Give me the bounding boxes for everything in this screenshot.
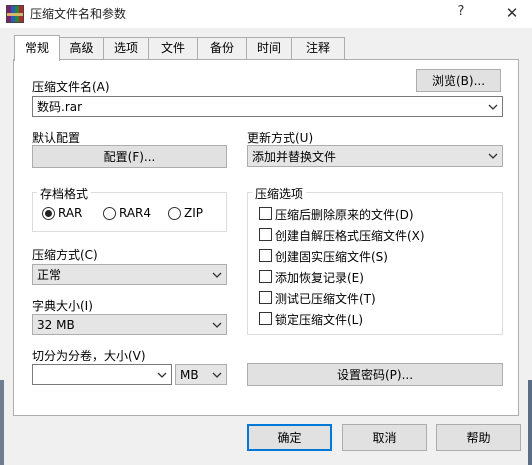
- archive-name-label: 压缩文件名(A): [32, 80, 110, 94]
- compression-method-select[interactable]: 正常: [32, 264, 227, 285]
- update-mode-value: 添加并替换文件: [252, 149, 337, 164]
- split-unit-select[interactable]: MB: [175, 364, 227, 385]
- chevron-down-icon: [212, 322, 222, 328]
- create-sfx-label[interactable]: 创建自解压格式压缩文件(X): [275, 227, 425, 244]
- close-icon[interactable]: ✕: [503, 4, 521, 22]
- rar-label[interactable]: RAR: [58, 206, 82, 220]
- window-title: 压缩文件名和参数: [30, 7, 127, 21]
- chevron-down-icon[interactable]: [488, 103, 498, 111]
- tab-files[interactable]: 文件: [148, 37, 198, 59]
- chevron-down-icon: [212, 272, 222, 278]
- dictionary-size-label: 字典大小(I): [32, 299, 93, 313]
- set-password-button[interactable]: 设置密码(P)...: [247, 363, 503, 386]
- rar4-radio[interactable]: [103, 207, 116, 220]
- tab-backup[interactable]: 备份: [197, 37, 247, 59]
- archive-format-title: 存档格式: [37, 185, 92, 202]
- zip-label[interactable]: ZIP: [184, 206, 203, 220]
- browse-button[interactable]: 浏览(B)...: [416, 69, 501, 92]
- delete-after-archiving-label[interactable]: 压缩后删除原来的文件(D): [275, 206, 414, 223]
- tab-advanced[interactable]: 高级: [59, 37, 104, 59]
- rar4-label[interactable]: RAR4: [119, 206, 151, 220]
- update-mode-select[interactable]: 添加并替换文件: [247, 145, 503, 167]
- split-volumes-label: 切分为分卷，大小(V): [32, 349, 146, 363]
- archiving-options-title: 压缩选项: [252, 185, 307, 202]
- delete-after-archiving-checkbox[interactable]: [259, 207, 272, 220]
- compression-method-value: 正常: [37, 268, 62, 282]
- test-archived-files-checkbox[interactable]: [259, 291, 272, 304]
- create-solid-label[interactable]: 创建固实压缩文件(S): [275, 248, 388, 265]
- chevron-down-icon: [488, 153, 498, 159]
- chevron-down-icon[interactable]: [157, 371, 167, 379]
- create-sfx-checkbox[interactable]: [259, 228, 272, 241]
- lock-archive-checkbox[interactable]: [259, 312, 272, 325]
- add-recovery-record-checkbox[interactable]: [259, 270, 272, 283]
- cancel-button[interactable]: 取消: [342, 424, 427, 451]
- create-solid-checkbox[interactable]: [259, 249, 272, 262]
- help-icon[interactable]: ?: [452, 4, 470, 22]
- tab-comment[interactable]: 注释: [291, 37, 345, 59]
- archive-name-input[interactable]: 数码.rar: [32, 96, 503, 117]
- test-archived-files-label[interactable]: 测试已压缩文件(T): [275, 290, 376, 307]
- split-unit-value: MB: [180, 367, 199, 382]
- compression-method-label: 压缩方式(C): [32, 248, 98, 262]
- rar-radio[interactable]: [42, 207, 55, 220]
- help-button[interactable]: 帮助: [436, 424, 521, 451]
- lock-archive-label[interactable]: 锁定压缩文件(L): [275, 311, 363, 328]
- tab-options[interactable]: 选项: [103, 37, 149, 59]
- dictionary-size-select[interactable]: 32 MB: [32, 314, 227, 335]
- split-size-input[interactable]: [32, 364, 172, 385]
- tab-general[interactable]: 常规: [14, 35, 60, 61]
- profiles-button[interactable]: 配置(F)...: [32, 145, 227, 168]
- desktop-background-left: [0, 380, 4, 465]
- desktop-background: [528, 380, 532, 465]
- dictionary-size-value: 32 MB: [37, 317, 75, 332]
- ok-button[interactable]: 确定: [247, 424, 332, 451]
- archive-name-value: 数码.rar: [37, 100, 83, 114]
- chevron-down-icon: [212, 372, 222, 378]
- tab-time[interactable]: 时间: [246, 37, 292, 59]
- update-mode-label: 更新方式(U): [247, 131, 314, 145]
- default-profile-label: 默认配置: [32, 131, 81, 145]
- winrar-app-icon: [6, 5, 24, 23]
- add-recovery-record-label[interactable]: 添加恢复记录(E): [275, 269, 364, 286]
- zip-radio[interactable]: [168, 207, 181, 220]
